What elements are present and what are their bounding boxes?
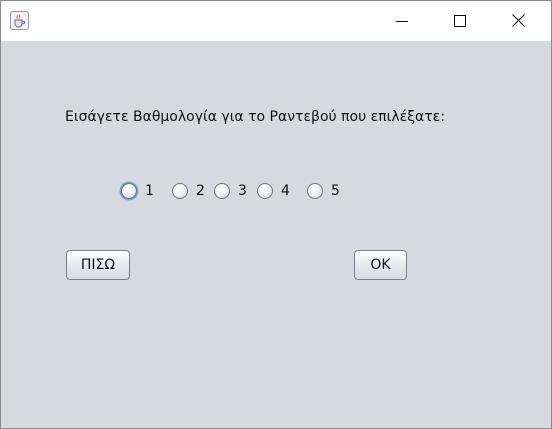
radio-label[interactable]: 2 (196, 183, 205, 199)
rating-radio-2[interactable]: 2 (172, 180, 205, 202)
close-icon (511, 12, 525, 31)
maximize-icon (454, 12, 466, 31)
ok-button[interactable]: OK (354, 250, 407, 280)
radio-button-circle[interactable] (172, 183, 188, 199)
radio-label[interactable]: 1 (145, 183, 154, 199)
radio-label[interactable]: 3 (238, 183, 247, 199)
title-bar[interactable] (1, 1, 551, 41)
back-button[interactable]: ΠΙΣΩ (66, 250, 130, 280)
rating-radio-5[interactable]: 5 (307, 180, 340, 202)
java-coffee-cup-icon[interactable] (10, 11, 29, 30)
rating-radio-3[interactable]: 3 (214, 180, 247, 202)
rating-radio-1[interactable]: 1 (121, 180, 154, 202)
rating-prompt: Εισάγετε Βαθμολογία για το Ραντεβού που … (65, 109, 445, 125)
close-button[interactable] (489, 1, 547, 41)
minimize-button[interactable] (373, 1, 431, 41)
radio-button-circle[interactable] (257, 183, 273, 199)
radio-button-circle[interactable] (214, 183, 230, 199)
minimize-icon (396, 12, 408, 31)
maximize-button[interactable] (431, 1, 489, 41)
radio-button-circle[interactable] (307, 183, 323, 199)
app-window: Εισάγετε Βαθμολογία για το Ραντεβού που … (0, 0, 552, 429)
radio-button-circle[interactable] (121, 183, 137, 199)
radio-label[interactable]: 4 (281, 183, 290, 199)
rating-radio-4[interactable]: 4 (257, 180, 290, 202)
dialog-content: Εισάγετε Βαθμολογία για το Ραντεβού που … (1, 41, 551, 428)
radio-label[interactable]: 5 (331, 183, 340, 199)
